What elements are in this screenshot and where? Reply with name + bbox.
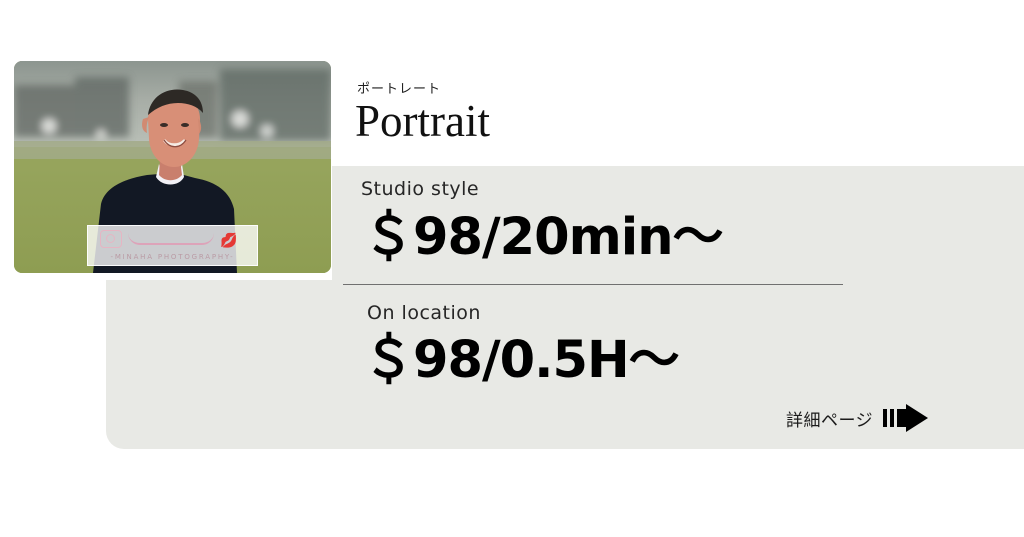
photo-watermark: 💋 -MINAHA PHOTOGRAPHY-: [87, 225, 258, 266]
camera-logo-icon: [100, 230, 122, 248]
arrow-right-icon: [883, 404, 929, 432]
portrait-photo: 💋 -MINAHA PHOTOGRAPHY-: [14, 61, 331, 273]
watermark-text: -MINAHA PHOTOGRAPHY-: [110, 253, 235, 261]
lips-icon: 💋: [220, 233, 238, 249]
studio-style-price: ＄98/20min〜: [363, 208, 724, 267]
service-subtitle: ポートレート: [357, 82, 442, 97]
location-label: On location: [367, 302, 481, 324]
location-price: ＄98/0.5H〜: [363, 331, 680, 390]
studio-style-label: Studio style: [361, 178, 480, 200]
page-title: Portrait: [355, 96, 490, 146]
page: 💋 -MINAHA PHOTOGRAPHY- ポートレート Portrait S…: [0, 0, 1024, 537]
pricing-divider: [343, 284, 843, 285]
signature-logo: [128, 233, 214, 245]
detail-page-link-label: 詳細ページ: [786, 410, 874, 431]
detail-page-link[interactable]: 詳細ページ: [786, 400, 931, 436]
